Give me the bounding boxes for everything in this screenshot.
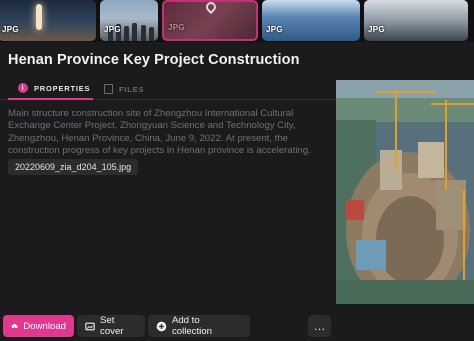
file-type-badge: JPG [2, 25, 19, 34]
rocket-launch-graphic [36, 4, 42, 30]
add-to-collection-button[interactable]: Add to collection [148, 315, 250, 337]
page-title: Henan Province Key Project Construction [8, 52, 300, 68]
file-type-badge: JPG [104, 25, 121, 34]
download-button[interactable]: Download [3, 315, 74, 337]
filmstrip-thumbnail-selected[interactable]: JPG [162, 0, 258, 41]
filmstrip-thumbnail[interactable]: JPG [262, 0, 360, 41]
set-cover-button[interactable]: Set cover [77, 315, 145, 337]
tab-files[interactable]: FILES [104, 78, 144, 100]
construction-site-image [336, 80, 474, 304]
map-pin-icon [203, 2, 219, 15]
filmstrip: JPG JPG JPG JPG JPG [0, 0, 474, 42]
file-type-badge: JPG [368, 25, 385, 34]
download-label: Download [23, 320, 66, 332]
cloud-download-icon [11, 323, 18, 330]
add-to-collection-label: Add to collection [171, 315, 212, 337]
plus-circle-icon [156, 321, 167, 331]
file-type-badge: JPG [266, 25, 283, 34]
tab-properties[interactable]: i PROPERTIES [8, 78, 93, 100]
image-cover-icon [85, 322, 95, 330]
image-preview[interactable] [336, 80, 474, 304]
filename-chip[interactable]: 20220609_zia_d204_105.jpg [8, 159, 139, 175]
file-icon [104, 84, 113, 94]
file-type-badge: JPG [168, 23, 185, 32]
tab-properties-label: PROPERTIES [34, 83, 91, 93]
more-options-button[interactable]: … [308, 315, 331, 337]
asset-detail-panel: JPG JPG JPG JPG JPG Henan Province Key P… [0, 0, 474, 341]
filmstrip-thumbnail[interactable]: JPG [0, 0, 96, 41]
info-icon: i [18, 83, 28, 93]
tab-files-label: FILES [119, 84, 145, 94]
filmstrip-thumbnail[interactable]: JPG [364, 0, 468, 41]
more-icon: … [313, 319, 326, 333]
tab-bar: i PROPERTIES FILES [0, 78, 336, 100]
filmstrip-thumbnail[interactable]: JPG [100, 0, 158, 41]
set-cover-label: Set cover [100, 315, 124, 337]
asset-description: Main structure construction site of Zhen… [8, 108, 311, 157]
